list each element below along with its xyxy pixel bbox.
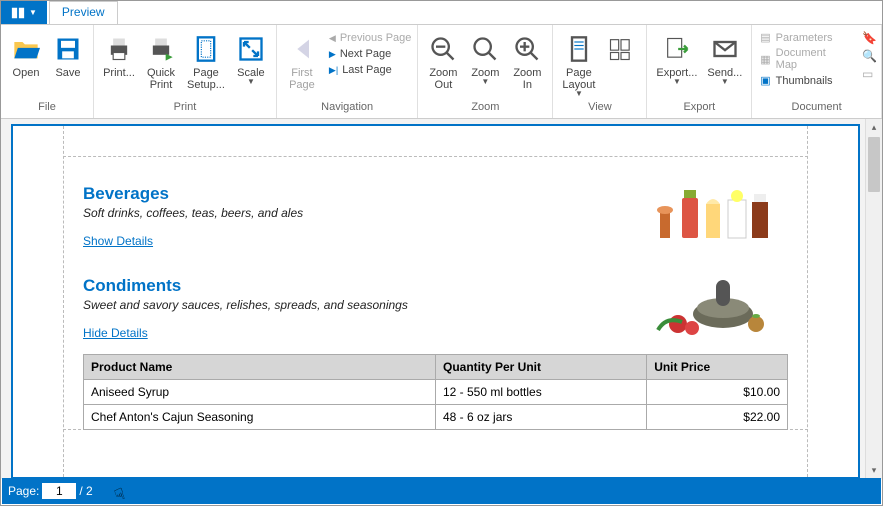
zoom-out-icon xyxy=(427,33,459,65)
beverages-image xyxy=(648,180,778,244)
page-total: / 2 xyxy=(79,484,92,498)
preview-area: Beverages Soft drinks, coffees, teas, be… xyxy=(1,119,882,479)
send-button[interactable]: Send... ▼ xyxy=(702,31,747,88)
zoom-out-button[interactable]: Zoom Out xyxy=(422,31,464,93)
show-details-link[interactable]: Show Details xyxy=(83,234,153,248)
sliders-icon: ▤ xyxy=(760,31,770,44)
section-beverages: Beverages Soft drinks, coffees, teas, be… xyxy=(83,184,788,248)
print-button[interactable]: Print... xyxy=(98,31,140,81)
scroll-thumb[interactable] xyxy=(868,137,880,192)
cell-qty: 48 - 6 oz jars xyxy=(436,405,647,430)
group-export: Export... ▼ Send... ▼ Export xyxy=(647,25,752,118)
page-label: Page: xyxy=(8,484,39,498)
search-icon[interactable]: 🔍 xyxy=(862,49,877,63)
tab-strip: ▼ Preview xyxy=(1,1,882,25)
zoom-button[interactable]: Zoom ▼ xyxy=(464,31,506,88)
chevron-down-icon: ▼ xyxy=(721,77,729,86)
zoom-icon xyxy=(469,33,501,65)
cell-qty: 12 - 550 ml bottles xyxy=(436,380,647,405)
quick-print-button[interactable]: Quick Print xyxy=(140,31,182,93)
scale-icon xyxy=(235,33,267,65)
status-bar: Page: / 2 xyxy=(2,478,881,504)
save-icon xyxy=(52,33,84,65)
cell-name: Chef Anton's Cajun Seasoning xyxy=(84,405,436,430)
parameters-button[interactable]: ▤Parameters xyxy=(760,31,850,44)
group-zoom: Zoom Out Zoom ▼ Zoom In Zoom xyxy=(418,25,553,118)
map-icon: ▦ xyxy=(760,53,770,66)
col-price: Unit Price xyxy=(647,355,788,380)
cell-price: $10.00 xyxy=(647,380,788,405)
save-button[interactable]: Save xyxy=(47,31,89,81)
multipage-button[interactable] xyxy=(600,31,642,69)
next-page-button[interactable]: ▶Next Page xyxy=(327,47,413,61)
page-layout-button[interactable]: Page Layout ▼ xyxy=(557,31,600,100)
document-map-button[interactable]: ▦Document Map xyxy=(760,47,850,71)
vertical-scrollbar[interactable]: ▴ ▾ xyxy=(865,119,882,479)
condiments-image xyxy=(648,272,778,336)
page-canvas: Beverages Soft drinks, coffees, teas, be… xyxy=(11,124,860,479)
scroll-down-button[interactable]: ▾ xyxy=(866,462,882,479)
group-navigation: First Page ◀Previous Page ▶Next Page ▶|L… xyxy=(277,25,418,118)
cell-name: Aniseed Syrup xyxy=(84,380,436,405)
last-icon: ▶| xyxy=(329,65,338,76)
cell-price: $22.00 xyxy=(647,405,788,430)
table-row: Chef Anton's Cajun Seasoning48 - 6 oz ja… xyxy=(84,405,788,430)
table-row: Aniseed Syrup12 - 550 ml bottles$10.00 xyxy=(84,380,788,405)
page-setup-icon xyxy=(190,33,222,65)
book-icon xyxy=(11,6,25,20)
page-setup-button[interactable]: Page Setup... xyxy=(182,31,230,93)
col-qty: Quantity Per Unit xyxy=(436,355,647,380)
printer-icon xyxy=(103,33,135,65)
scroll-up-button[interactable]: ▴ xyxy=(866,119,882,136)
zoom-in-button[interactable]: Zoom In xyxy=(506,31,548,93)
group-document: ▤Parameters ▦Document Map ▣Thumbnails 🔖 … xyxy=(752,25,882,118)
export-icon xyxy=(661,33,693,65)
first-page-icon xyxy=(286,33,318,65)
printer-fast-icon xyxy=(145,33,177,65)
chevron-down-icon: ▼ xyxy=(673,77,681,86)
first-page-button[interactable]: First Page xyxy=(281,31,323,93)
group-file: Open Save File xyxy=(1,25,94,118)
open-button[interactable]: Open xyxy=(5,31,47,81)
bookmark-icon[interactable]: 🔖 xyxy=(862,31,877,45)
tab-main[interactable]: ▼ xyxy=(1,1,47,24)
page-number-input[interactable] xyxy=(42,483,76,499)
folder-open-icon xyxy=(10,33,42,65)
chevron-down-icon: ▼ xyxy=(29,8,37,17)
ribbon: Open Save File Print... Quick Print Page… xyxy=(1,25,882,119)
chevron-down-icon: ▼ xyxy=(247,77,255,86)
products-table: Product Name Quantity Per Unit Unit Pric… xyxy=(83,354,788,430)
group-view: Page Layout ▼ View xyxy=(553,25,647,118)
export-button[interactable]: Export... ▼ xyxy=(651,31,702,88)
col-name: Product Name xyxy=(84,355,436,380)
chevron-down-icon: ▼ xyxy=(575,89,583,98)
thumbnails-button[interactable]: ▣Thumbnails xyxy=(760,74,850,87)
triangle-right-icon: ▶ xyxy=(329,49,336,60)
prev-page-button[interactable]: ◀Previous Page xyxy=(327,31,413,45)
section-condiments: Condiments Sweet and savory sauces, reli… xyxy=(83,276,788,430)
page-icon[interactable]: ▭ xyxy=(862,67,877,81)
multipage-icon xyxy=(605,33,637,65)
scale-button[interactable]: Scale ▼ xyxy=(230,31,272,88)
zoom-in-icon xyxy=(511,33,543,65)
tab-preview[interactable]: Preview xyxy=(49,1,118,24)
last-page-button[interactable]: ▶|Last Page xyxy=(327,63,413,77)
envelope-icon xyxy=(709,33,741,65)
chevron-down-icon: ▼ xyxy=(481,77,489,86)
triangle-left-icon: ◀ xyxy=(329,33,336,44)
thumbnails-icon: ▣ xyxy=(760,74,770,87)
group-print: Print... Quick Print Page Setup... Scale… xyxy=(94,25,277,118)
hide-details-link[interactable]: Hide Details xyxy=(83,326,148,340)
page-layout-icon xyxy=(563,33,595,65)
